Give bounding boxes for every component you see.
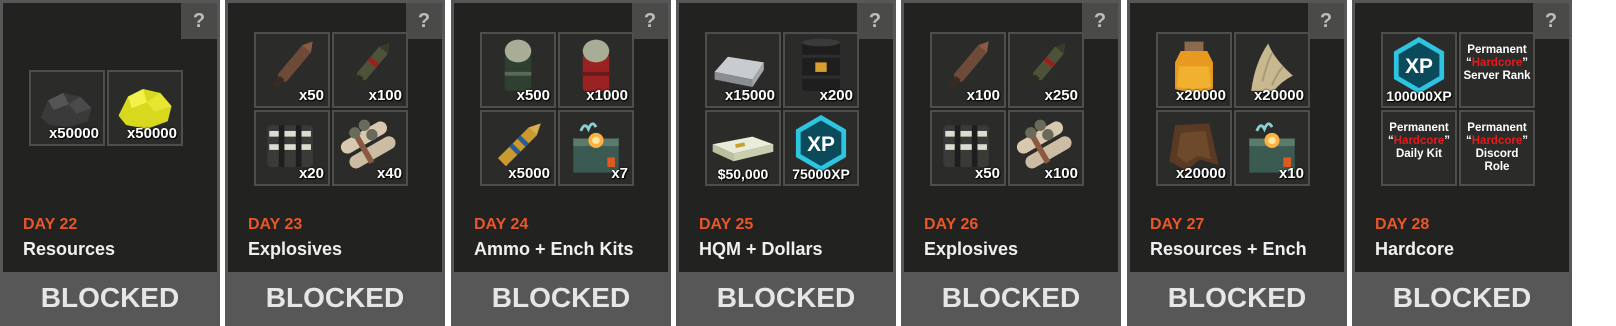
reward-card-day-24: ? x500 x1000 x5000 x7 DAY 24 Ammo + Ench Kits B… — [451, 0, 671, 326]
reward-card-day-28: ? XP 100000XP Permanent “Hardcore” Server Ran… — [1352, 0, 1572, 326]
day-label: DAY 23 — [248, 216, 303, 233]
card-panel: ? x50000 x50000 DAY 22 Resources — [3, 3, 217, 272]
item-quantity: x7 — [611, 165, 628, 182]
item-slot: XP 75000XP — [783, 110, 859, 186]
card-panel: ? x20000 x20000 x20000 x10 DAY 27 Resources + … — [1130, 3, 1344, 272]
reward-title: HQM + Dollars — [699, 239, 823, 259]
perk-text: Permanent “Hardcore” Daily Kit — [1388, 122, 1450, 160]
blocked-status-button[interactable]: BLOCKED — [225, 276, 445, 320]
blocked-status-button[interactable]: BLOCKED — [901, 276, 1121, 320]
item-slot: $50,000 — [705, 110, 781, 186]
item-quantity: x20000 — [1175, 165, 1226, 182]
reward-title: Resources + Ench — [1150, 239, 1307, 259]
svg-text:XP: XP — [1405, 55, 1433, 78]
item-slot: x20000 — [1156, 32, 1232, 108]
item-quantity: x200 — [819, 87, 853, 104]
item-quantity: x15000 — [724, 87, 775, 104]
perk-slot: Permanent “Hardcore” Daily Kit — [1381, 110, 1457, 186]
item-quantity: x50 — [974, 165, 1000, 182]
reward-title: Ammo + Ench Kits — [474, 239, 634, 259]
item-quantity: x20000 — [1175, 87, 1226, 104]
day-label: DAY 24 — [474, 216, 529, 233]
item-slot: x5000 — [480, 110, 556, 186]
day-label: DAY 28 — [1375, 216, 1430, 233]
blocked-status-button[interactable]: BLOCKED — [676, 276, 896, 320]
perk-text: Permanent “Hardcore” Server Rank — [1463, 44, 1531, 82]
day-label: DAY 25 — [699, 216, 754, 233]
item-slot: x50000 — [107, 70, 183, 146]
reward-card-day-25: ? x15000 x200 $50,000 XP 75000XP DAY 25 HQM + D… — [676, 0, 896, 326]
item-slot: x100 — [930, 32, 1006, 108]
reward-card-day-27: ? x20000 x20000 x20000 x10 DAY 27 Resources + … — [1127, 0, 1347, 326]
item-quantity: 100000XP — [1386, 88, 1452, 104]
item-slot: x100 — [1008, 110, 1084, 186]
help-button[interactable]: ? — [857, 3, 893, 39]
item-quantity: x50000 — [126, 125, 177, 142]
perk-slot: Permanent “Hardcore” Server Rank — [1459, 32, 1535, 108]
item-slot: x15000 — [705, 32, 781, 108]
help-button[interactable]: ? — [632, 3, 668, 39]
item-quantity: x20 — [298, 165, 324, 182]
card-panel: ? XP 100000XP Permanent “Hardcore” Server Ran… — [1355, 3, 1569, 272]
item-slot: XP 100000XP — [1381, 32, 1457, 108]
item-quantity: x40 — [376, 165, 402, 182]
item-slot: x40 — [332, 110, 408, 186]
item-quantity: x1000 — [586, 87, 628, 104]
item-quantity: x50 — [298, 87, 324, 104]
card-panel: ? x500 x1000 x5000 x7 DAY 24 Ammo + Ench Kits — [454, 3, 668, 272]
day-label: DAY 22 — [23, 216, 78, 233]
day-label: DAY 26 — [924, 216, 979, 233]
blocked-status-button[interactable]: BLOCKED — [451, 276, 671, 320]
help-button[interactable]: ? — [1533, 3, 1569, 39]
day-label: DAY 27 — [1150, 216, 1205, 233]
item-slot: x20000 — [1234, 32, 1310, 108]
item-quantity: x50000 — [48, 125, 99, 142]
item-quantity: x5000 — [508, 165, 550, 182]
item-slot: x50000 — [29, 70, 105, 146]
item-quantity: x20000 — [1253, 87, 1304, 104]
card-panel: ? x50 x100 x20 x40 DAY 23 Explosives — [228, 3, 442, 272]
item-quantity: x100 — [1044, 165, 1078, 182]
reward-title: Explosives — [924, 239, 1019, 259]
reward-card-day-26: ? x100 x250 x50 x100 DAY 26 Explosives BLOCKED — [901, 0, 1121, 326]
blocked-status-button[interactable]: BLOCKED — [1127, 276, 1347, 320]
item-quantity: 75000XP — [792, 166, 850, 182]
item-slot: x500 — [480, 32, 556, 108]
help-button[interactable]: ? — [406, 3, 442, 39]
blocked-status-button[interactable]: BLOCKED — [1352, 276, 1572, 320]
item-slot: x200 — [783, 32, 859, 108]
reward-card-day-23: ? x50 x100 x20 x40 DAY 23 Explosives BLOCKED — [225, 0, 445, 326]
item-slot: x100 — [332, 32, 408, 108]
blocked-status-button[interactable]: BLOCKED — [0, 276, 220, 320]
reward-title: Resources — [23, 239, 116, 259]
item-slot: x20000 — [1156, 110, 1232, 186]
card-panel: ? x100 x250 x50 x100 DAY 26 Explosives — [904, 3, 1118, 272]
help-button[interactable]: ? — [181, 3, 217, 39]
item-quantity: x100 — [368, 87, 402, 104]
help-button[interactable]: ? — [1082, 3, 1118, 39]
item-slot: x250 — [1008, 32, 1084, 108]
perk-text: Permanent “Hardcore” Discord Role — [1466, 122, 1528, 173]
svg-text:XP: XP — [807, 133, 835, 156]
perk-slot: Permanent “Hardcore” Discord Role — [1459, 110, 1535, 186]
item-slot: x50 — [930, 110, 1006, 186]
help-button[interactable]: ? — [1308, 3, 1344, 39]
reward-title: Hardcore — [1375, 239, 1455, 259]
item-slot: x10 — [1234, 110, 1310, 186]
item-slot: x50 — [254, 32, 330, 108]
item-slot: x20 — [254, 110, 330, 186]
item-quantity: x500 — [516, 87, 550, 104]
item-quantity: $50,000 — [717, 166, 769, 182]
item-quantity: x10 — [1278, 165, 1304, 182]
item-slot: x1000 — [558, 32, 634, 108]
item-slot: x7 — [558, 110, 634, 186]
item-quantity: x100 — [966, 87, 1000, 104]
item-quantity: x250 — [1044, 87, 1078, 104]
reward-title: Explosives — [248, 239, 343, 259]
card-panel: ? x15000 x200 $50,000 XP 75000XP DAY 25 HQM + D… — [679, 3, 893, 272]
reward-card-day-22: ? x50000 x50000 DAY 22 Resources BLOCKED — [0, 0, 220, 326]
